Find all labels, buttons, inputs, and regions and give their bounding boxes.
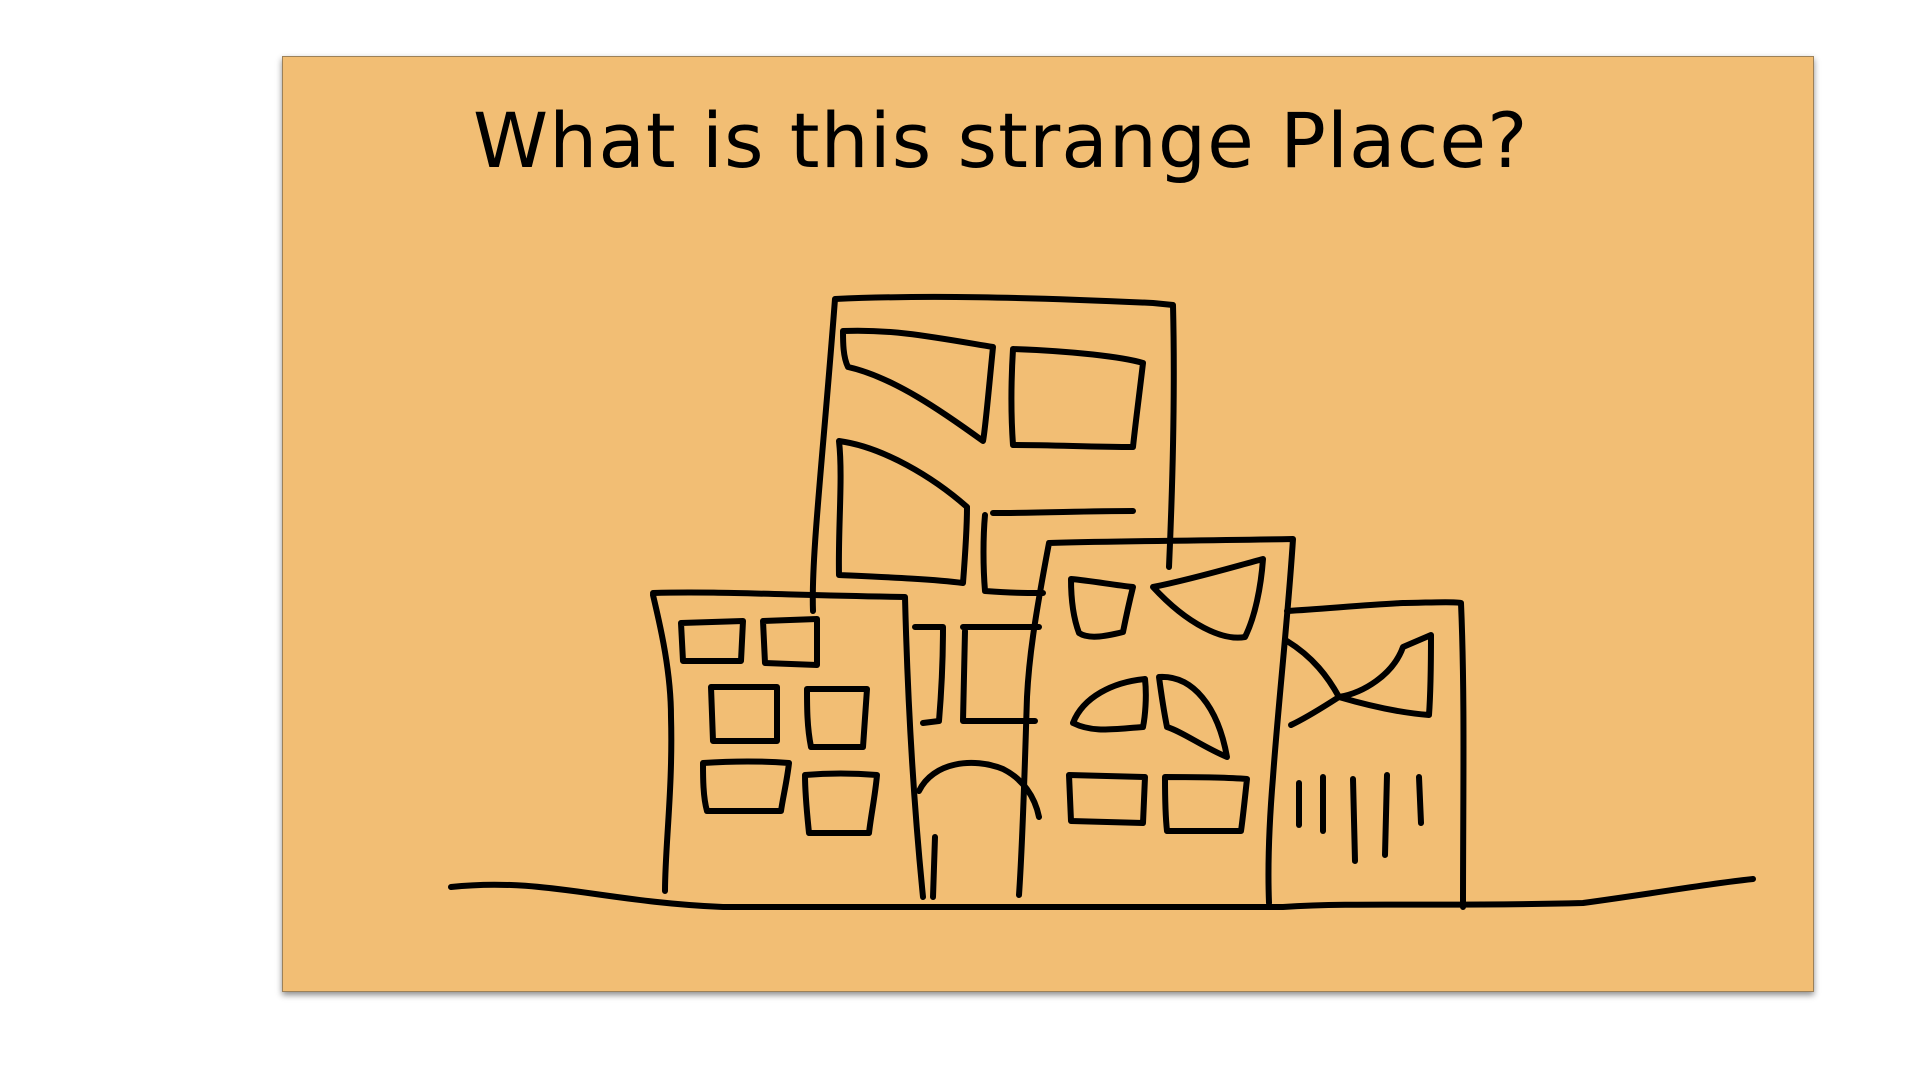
right-building — [1284, 599, 1467, 910]
page: What is this strange Place? — [0, 0, 1920, 1080]
left-building — [650, 589, 926, 900]
ground-line — [448, 876, 1756, 910]
slide-card: What is this strange Place? — [282, 56, 1814, 992]
back-building — [809, 293, 1177, 614]
center-building — [1016, 536, 1296, 906]
buildings-illustration — [448, 293, 1756, 910]
